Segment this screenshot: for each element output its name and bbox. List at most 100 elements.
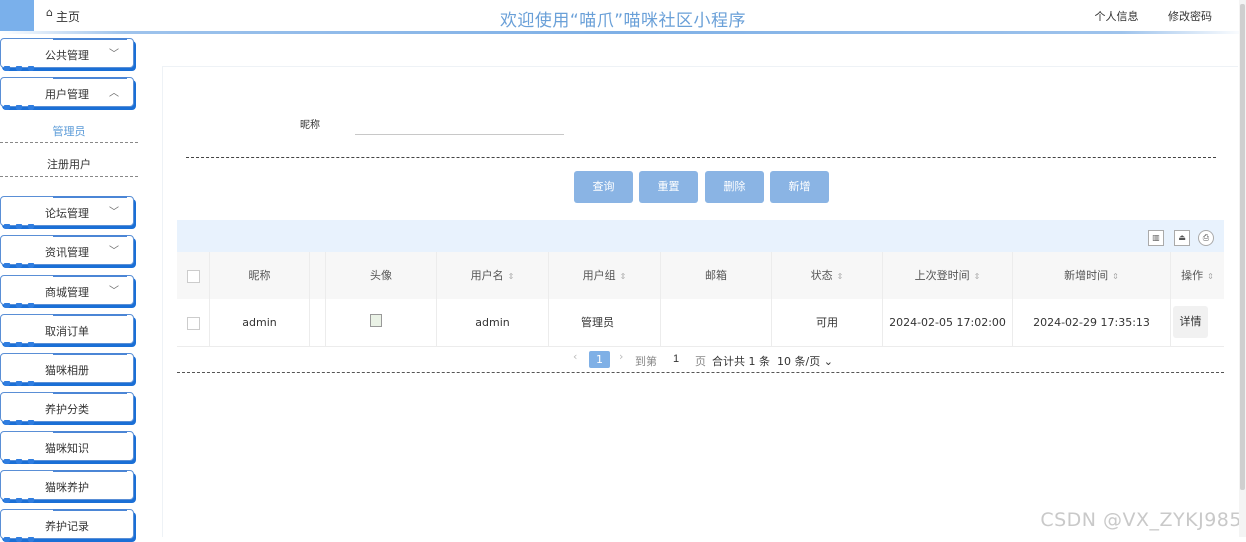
col-username-label: 用户名 [470,269,504,282]
cell-actions: 详情 [1171,299,1224,346]
chevron-down-icon: ﹀ [109,246,119,257]
site-title: 欢迎使用“喵爪”喵咪社区小程序 [499,11,747,31]
goto-page-input[interactable] [665,349,687,369]
header-divider [0,31,1246,34]
cell-last-login: 2024-02-05 17:02:00 [883,299,1013,346]
col-last-login[interactable]: 上次登时间 ⇕ [883,252,1013,299]
menu-label: 猫咪知识 [45,442,89,455]
menu-label: 养护分类 [45,403,89,416]
cell-email [661,299,772,346]
cell-status: 可用 [772,299,883,346]
page-scrollbar[interactable] [1239,0,1246,537]
nickname-label: 昵称 [300,120,320,131]
menu-care-category[interactable]: 养护分类 [0,392,134,425]
nickname-search-input[interactable] [355,112,564,135]
col-last-login-label: 上次登时间 [914,269,970,282]
submenu-admin[interactable]: 管理员 [0,123,138,139]
menu-label: 养护记录 [45,520,89,533]
col-group[interactable]: 用户组 ⇕ [549,252,661,299]
next-page-icon[interactable]: › [619,350,623,363]
top-links: 个人信息 修改密码 [1069,8,1213,24]
page-number-current[interactable]: 1 [589,351,610,368]
menu-news-management[interactable]: 资讯管理 ﹀ [0,235,134,268]
reset-button[interactable]: 重置 [639,171,698,203]
detail-button[interactable]: 详情 [1173,306,1208,338]
col-group-label: 用户组 [582,269,616,282]
sort-icon[interactable]: ⇕ [620,272,627,281]
goto-suffix: 页 [695,355,706,368]
print-icon[interactable]: ⎙ [1198,230,1214,246]
query-button[interactable]: 查询 [574,171,633,203]
sort-icon[interactable]: ⇕ [974,272,981,281]
sort-icon[interactable]: ⇕ [837,272,844,281]
profile-link[interactable]: 个人信息 [1095,10,1139,23]
submenu-divider [0,142,138,143]
col-status-label: 状态 [810,269,833,282]
cell-created: 2024-02-29 17:35:13 [1013,299,1171,346]
menu-mall-management[interactable]: 商城管理 ﹀ [0,275,134,308]
pagination: ‹ 1 › 到第 页 合计共 1 条 10 条/页 ⌄ [177,346,1224,373]
col-created[interactable]: 新增时间 ⇕ [1013,252,1171,299]
cell-username: admin [437,299,549,346]
sort-icon[interactable]: ⇕ [1112,272,1119,281]
sidebar: 公共管理 ﹀ 用户管理 ︿ 管理员 注册用户 论坛管理 ﹀ 资讯管理 ﹀ 商城管… [0,34,150,542]
col-actions-label: 操作 [1181,269,1204,282]
panel-top-border [162,66,1238,67]
sort-icon[interactable]: ⇕ [508,272,515,281]
menu-forum-management[interactable]: 论坛管理 ﹀ [0,196,134,229]
chevron-up-icon: ︿ [109,88,119,99]
table-header: 昵称 头像 用户名 ⇕ 用户组 ⇕ 邮箱 状态 ⇕ 上次登时间 ⇕ 新增时间 ⇕ 操作 ⇕ [177,252,1224,300]
table-row[interactable]: admin admin 管理员 可用 2024-02-05 17:02:00 2… [177,299,1224,347]
row-select-cell [177,299,210,346]
menu-public-management[interactable]: 公共管理 ﹀ [0,38,134,71]
panel-left-border [162,66,163,537]
col-email: 邮箱 [661,252,772,299]
menu-label: 取消订单 [45,325,89,338]
menu-cancel-orders[interactable]: 取消订单 [0,314,134,347]
select-all-cell [177,252,210,299]
menu-care-records[interactable]: 养护记录 [0,509,134,542]
menu-cat-care[interactable]: 猫咪养护 [0,470,134,503]
watermark: CSDN @VX_ZYKJ985 [1040,509,1242,531]
broken-image-icon [370,314,382,327]
col-avatar: 头像 [326,252,437,299]
row-checkbox[interactable] [186,316,200,330]
column-spacer [310,299,326,346]
menu-cat-album[interactable]: 猫咪相册 [0,353,134,386]
chevron-down-icon: ﹀ [109,49,119,60]
chevron-down-icon: ﹀ [109,286,119,297]
menu-user-management[interactable]: 用户管理 ︿ [0,77,134,110]
menu-label: 猫咪相册 [45,364,89,377]
col-username[interactable]: 用户名 ⇕ [437,252,549,299]
submenu-divider [0,176,138,177]
col-created-label: 新增时间 [1064,269,1109,282]
search-divider [186,157,1216,158]
change-password-link[interactable]: 修改密码 [1168,10,1212,23]
delete-button[interactable]: 删除 [705,171,764,203]
table-toolbar: ▥ ⏏ ⎙ [177,220,1224,252]
cell-nickname: admin [210,299,310,346]
col-nickname: 昵称 [210,252,310,299]
prev-page-icon[interactable]: ‹ [573,350,577,363]
menu-label: 猫咪养护 [45,481,89,494]
column-resize-handle[interactable] [310,252,326,299]
scrollbar-thumb[interactable] [1240,4,1245,490]
columns-icon[interactable]: ▥ [1148,230,1164,246]
page-size-select[interactable]: 10 条/页 ⌄ [777,353,833,369]
cell-avatar [326,299,437,346]
sort-icon: ⇕ [1207,272,1214,281]
chevron-down-icon: ﹀ [109,207,119,218]
page-size-label: 10 条/页 [777,355,821,368]
cell-group: 管理员 [549,299,661,346]
chevron-down-icon: ⌄ [823,355,833,368]
goto-prefix: 到第 [635,355,657,368]
total-count: 合计共 1 条 [712,355,770,368]
menu-cat-knowledge[interactable]: 猫咪知识 [0,431,134,464]
col-actions: 操作 ⇕ [1171,252,1224,299]
col-status[interactable]: 状态 ⇕ [772,252,883,299]
submenu-registered-users[interactable]: 注册用户 [0,156,138,172]
export-icon[interactable]: ⏏ [1174,230,1190,246]
add-button[interactable]: 新增 [770,171,829,203]
select-all-checkbox[interactable] [186,269,200,283]
top-header: ⌂ 主页 欢迎使用“喵爪”喵咪社区小程序 个人信息 修改密码 [0,0,1246,34]
